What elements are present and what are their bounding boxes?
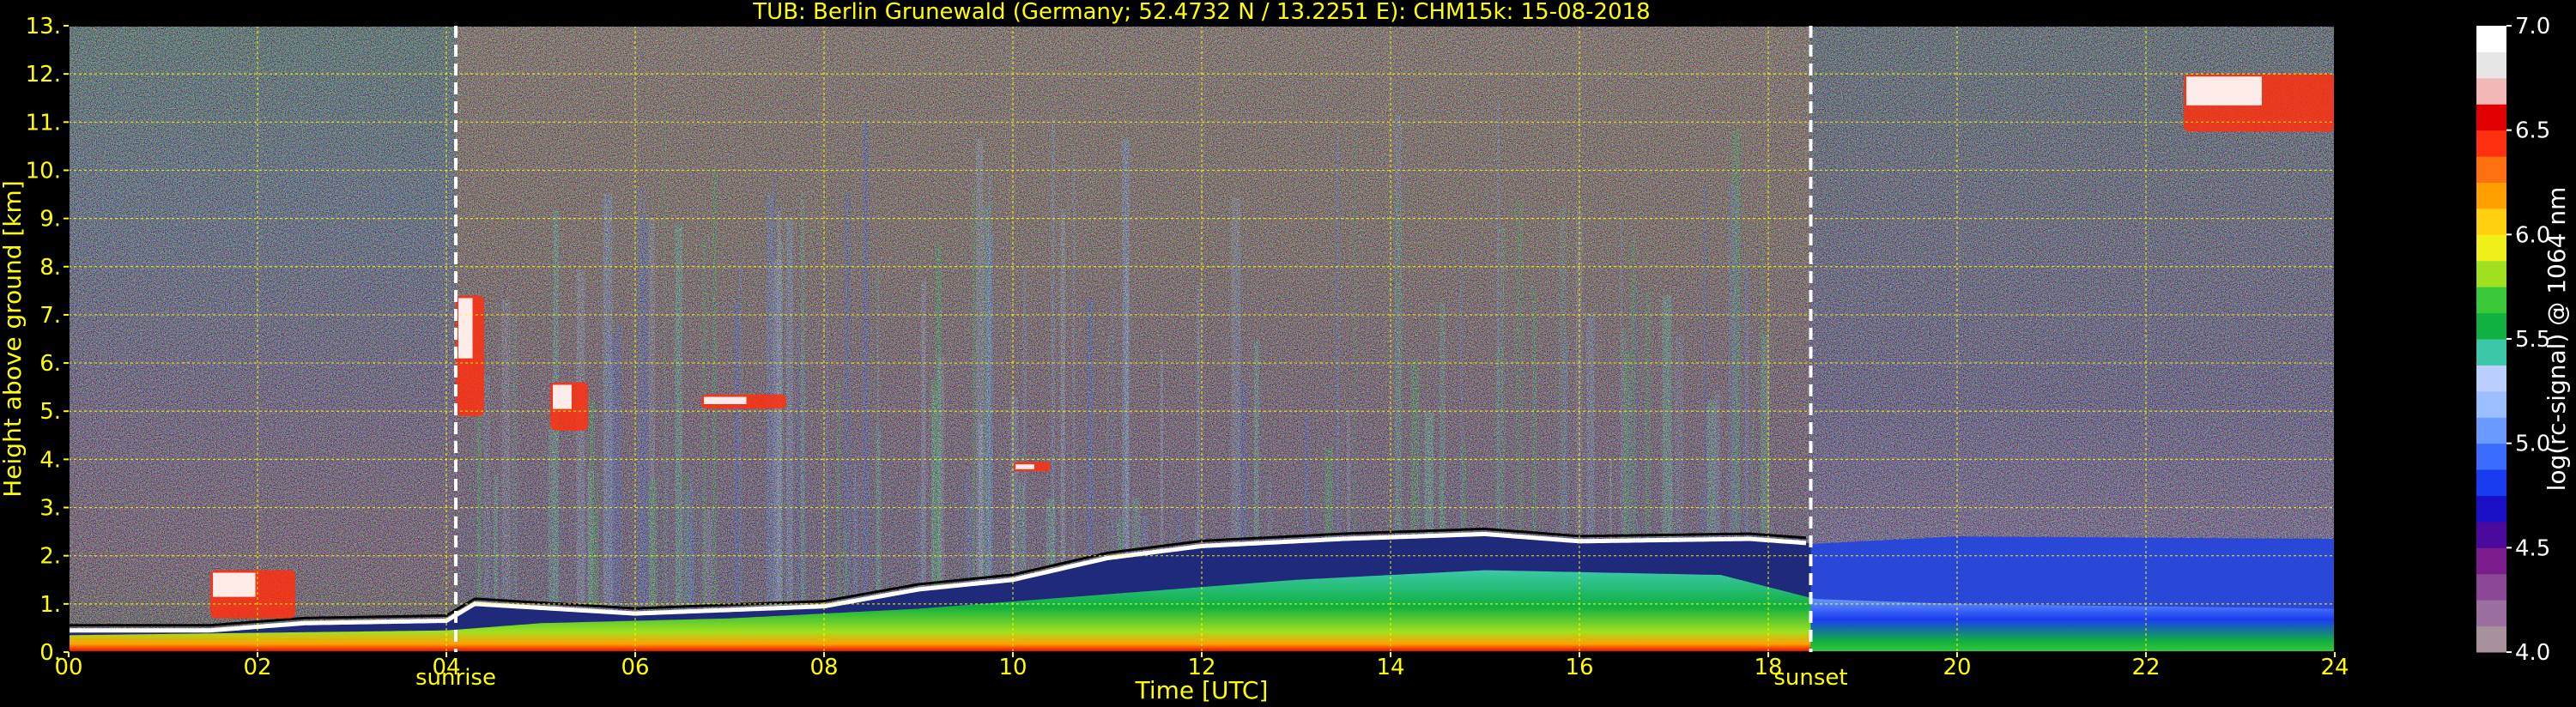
colorbar-segment [2476,547,2506,575]
colorbar-segment [2476,156,2506,183]
colorbar-segment [2476,495,2506,523]
colorbar-segment [2476,260,2506,287]
colorbar-segment [2476,573,2506,601]
colorbar-segment [2476,469,2506,496]
y-tick-label: 1. [39,592,61,618]
colorbar-tick-label: 7.0 [2515,14,2550,39]
colorbar-segment [2476,521,2506,548]
lidar-quicklook-figure: TUB: Berlin Grunewald (Germany; 52.4732 … [0,0,2571,704]
cloud-core [213,572,256,597]
x-tick-label: 10 [998,655,1027,680]
colorbar-segment [2476,390,2506,418]
colorbar-tick-label: 4.0 [2515,640,2550,666]
x-tick-label: 20 [1943,655,1971,680]
x-tick-label: 08 [809,655,838,680]
y-tick-label: 9. [39,207,61,233]
colorbar-segment [2476,600,2506,627]
sunset-label: sunset [1773,665,1847,691]
colorbar-tick-label: 6.5 [2515,118,2550,144]
chart-title: TUB: Berlin Grunewald (Germany; 52.4732 … [752,0,1650,25]
x-tick-label: 24 [2320,655,2349,680]
y-tick-label: 5. [39,399,61,425]
colorbar: 4.04.55.05.56.06.57.0 log(rc-signal) @ 1… [2476,14,2571,666]
colorbar-segment [2476,443,2506,470]
x-tick-label: 02 [243,655,271,680]
x-tick-label: 14 [1376,655,1404,680]
colorbar-segment [2476,182,2506,209]
y-tick-label: 2. [39,544,61,570]
y-tick-label: 4. [39,447,61,473]
y-tick-label: 11. [26,110,61,136]
colorbar-segment [2476,234,2506,262]
y-tick-label: 6. [39,351,61,377]
colorbar-segment [2476,287,2506,314]
colorbar-segment [2476,417,2506,444]
cloud-core [704,396,747,404]
colorbar-segment [2476,77,2506,105]
x-tick-label: 22 [2131,655,2160,680]
colorbar-segment [2476,339,2506,366]
colorbar-segment [2476,312,2506,340]
colorbar-segment [2476,625,2506,653]
colorbar-segment [2476,26,2506,52]
cloud-core [553,384,572,409]
cloud-core [1015,464,1034,469]
colorbar-tick-label: 4.5 [2515,535,2550,561]
colorbar-segment [2476,130,2506,157]
y-axis-label: Height above ground [km] [0,180,27,498]
y-tick-label: 12. [26,62,61,88]
y-tick-label: 8. [39,255,61,281]
x-tick-label: 06 [621,655,649,680]
y-tick-label: 13. [26,14,61,39]
x-tick-label: 16 [1565,655,1593,680]
colorbar-segment [2476,208,2506,235]
y-tick-label: 0. [39,640,61,666]
y-tick-label: 3. [39,496,61,522]
colorbar-label: log(rc-signal) @ 1064 nm [2543,187,2571,492]
cloud-core [2186,76,2262,106]
x-tick-label: 04 [432,655,460,680]
plot-area [69,26,2335,652]
colorbar-segment [2476,365,2506,392]
colorbar-segment [2476,104,2506,131]
x-tick-label: 18 [1754,655,1782,680]
y-tick-label: 10. [26,158,61,184]
colorbar-segment [2476,51,2506,79]
cloud-core [458,298,473,359]
x-axis-label: Time [UTC] [1135,676,1269,704]
y-tick-label: 7. [39,303,61,329]
